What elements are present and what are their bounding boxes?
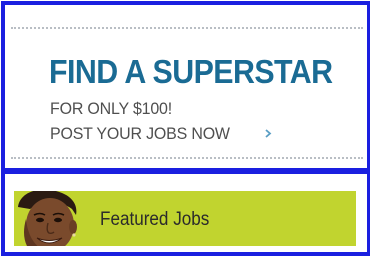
post-jobs-link[interactable]: POST YOUR JOBS NOW xyxy=(50,125,230,142)
featured-jobs-button[interactable]: Featured Jobs xyxy=(14,191,356,246)
person-photo-icon xyxy=(18,191,77,246)
ad-price-line: FOR ONLY $100! xyxy=(50,99,173,118)
superstar-ad-banner[interactable]: FIND A SUPERSTAR FOR ONLY $100! POST YOU… xyxy=(1,1,370,172)
chevron-right-icon[interactable] xyxy=(264,129,273,138)
dotted-divider-bottom xyxy=(11,157,363,159)
featured-jobs-label: Featured Jobs xyxy=(100,209,210,230)
featured-jobs-panel: Featured Jobs xyxy=(1,170,370,256)
ad-headline: FIND A SUPERSTAR xyxy=(49,53,333,90)
dotted-divider-top xyxy=(11,27,363,29)
